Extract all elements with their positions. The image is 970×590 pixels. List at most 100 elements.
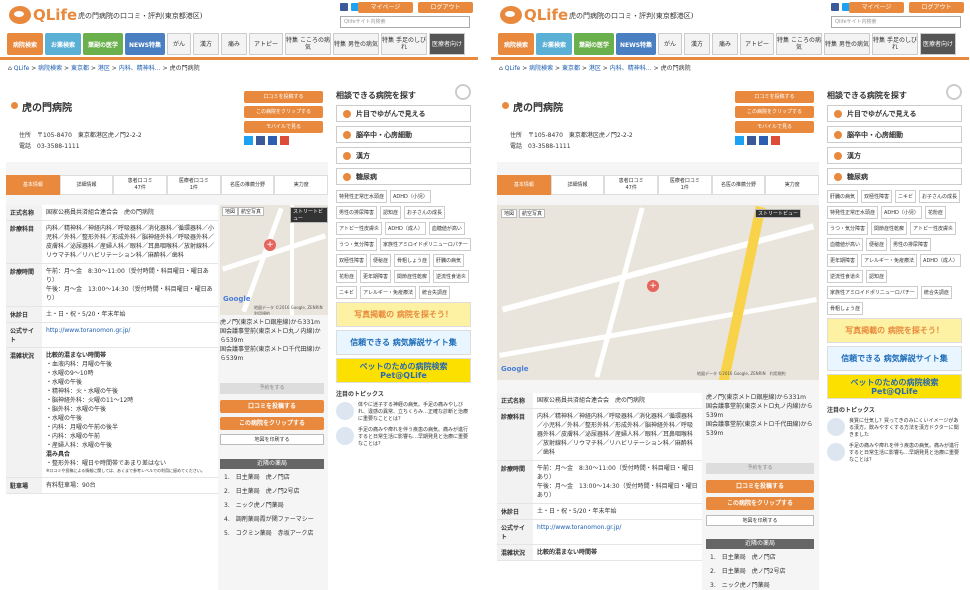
condition-tag[interactable]: 関節症性乾癬 bbox=[394, 270, 431, 283]
side-btn-eye[interactable]: 片目でゆがんで見える bbox=[336, 105, 471, 122]
condition-tag[interactable]: 特発性正常圧水頭症 bbox=[336, 190, 388, 203]
condition-tag[interactable]: 更年期障害 bbox=[827, 254, 859, 267]
condition-tag[interactable]: 肝臓の病気 bbox=[433, 254, 465, 267]
nav-news[interactable]: NEWS特集 bbox=[616, 33, 656, 55]
nav-kampo[interactable]: 漢方 bbox=[684, 33, 710, 55]
topic-item[interactable]: 体やに迷子する神経の病気。手足の痛みやしびれ、違感の異常、立ちくらみ…正確な診断… bbox=[336, 402, 471, 423]
banner-photo[interactable]: 写真掲載の 病院を探そう！ bbox=[827, 318, 962, 343]
condition-tag[interactable]: 双極性障害 bbox=[336, 254, 368, 267]
facebook-share-icon[interactable] bbox=[256, 136, 265, 145]
condition-tag[interactable]: 花粉症 bbox=[924, 206, 946, 219]
tab-strength[interactable]: 実力度 bbox=[765, 175, 820, 195]
nav-cancer[interactable]: がん bbox=[167, 33, 191, 55]
streetview-button[interactable]: ストリートビュー bbox=[755, 209, 802, 218]
clip-button[interactable]: この病院をクリップする bbox=[735, 106, 814, 118]
nav-professionals[interactable]: 医療者向け bbox=[429, 33, 465, 55]
post-review-button-2[interactable]: 口コミを投稿する bbox=[706, 480, 814, 493]
condition-tag[interactable]: 家族性アミロイドポリニューロパチー bbox=[380, 238, 471, 251]
nav-atopy[interactable]: アトピー bbox=[740, 33, 774, 55]
banner-photo[interactable]: 写真掲載の 病院を探そう！ bbox=[336, 302, 471, 327]
mobile-button[interactable]: モバイルで見る bbox=[735, 121, 814, 133]
crumb-hospital-search[interactable]: 病院検索 bbox=[38, 65, 62, 72]
condition-tag[interactable]: うつ・気分障害 bbox=[336, 238, 378, 251]
clip-button-2[interactable]: この病院をクリップする bbox=[220, 417, 324, 430]
condition-tag[interactable]: お子さんの成長 bbox=[919, 190, 961, 203]
qlife-logo-icon[interactable] bbox=[9, 6, 31, 24]
nav-numbness[interactable]: 特集 手足のしびれ bbox=[381, 33, 427, 55]
search-input[interactable]: Qlifeサイト内検索 bbox=[340, 16, 470, 28]
crumb-minato[interactable]: 港区 bbox=[98, 65, 110, 72]
side-btn-diabetes[interactable]: 糖尿病 bbox=[336, 168, 471, 185]
tab-recommended[interactable]: 名医の推薦分野 bbox=[711, 175, 766, 195]
crumb-qlife[interactable]: QLife bbox=[14, 65, 30, 72]
condition-tag[interactable]: 花粉症 bbox=[336, 270, 358, 283]
side-btn-kampo[interactable]: 漢方 bbox=[336, 147, 471, 164]
side-btn-stroke[interactable]: 脳卒中・心房細動 bbox=[336, 126, 471, 143]
nearby-item[interactable]: 3. ニック虎ノ門薬局 bbox=[224, 499, 314, 513]
tab-basic[interactable]: 基本情報 bbox=[6, 175, 60, 195]
map-small[interactable]: + 地図 航空写真 ストリートビュー Google 地図データ ©2016 Go… bbox=[220, 205, 328, 315]
condition-tag[interactable]: 特発性正常圧水頭症 bbox=[827, 206, 879, 219]
condition-tag[interactable]: 更年期障害 bbox=[360, 270, 392, 283]
mypage-button[interactable]: マイページ bbox=[849, 2, 904, 13]
tab-recommended[interactable]: 名医の推薦分野 bbox=[220, 175, 275, 195]
map-type-map[interactable]: 地図 bbox=[501, 209, 518, 218]
nav-mental[interactable]: 特集 こころの病気 bbox=[776, 33, 822, 55]
map-type-satellite[interactable]: 航空写真 bbox=[519, 209, 546, 218]
hatena-icon[interactable] bbox=[268, 136, 277, 145]
condition-tag[interactable]: 骨粗しょう症 bbox=[827, 302, 864, 315]
condition-tag[interactable]: ADHD（成人） bbox=[920, 254, 961, 267]
print-map-button[interactable]: 地図を印刷する bbox=[706, 515, 814, 526]
crumb-tokyo[interactable]: 東京都 bbox=[562, 65, 580, 72]
logo-text[interactable]: QLife bbox=[524, 6, 568, 24]
nearby-item[interactable]: 2. 日主薬局 虎ノ門2号店 bbox=[710, 565, 786, 579]
map-pin-icon[interactable]: + bbox=[264, 239, 276, 251]
reserve-button[interactable]: 予約をする bbox=[220, 383, 324, 394]
nav-medicine-search[interactable]: お薬検索 bbox=[45, 33, 81, 55]
side-btn-eye[interactable]: 片目でゆがんで見える bbox=[827, 105, 962, 122]
hatena-icon[interactable] bbox=[759, 136, 768, 145]
logout-button[interactable]: ログアウト bbox=[418, 2, 473, 13]
side-btn-diabetes[interactable]: 糖尿病 bbox=[827, 168, 962, 185]
nav-cancer[interactable]: がん bbox=[658, 33, 682, 55]
condition-tag[interactable]: 男性の排尿障害 bbox=[336, 206, 378, 219]
tab-patient-reviews[interactable]: 患者口コミ 47件 bbox=[113, 175, 168, 195]
condition-tag[interactable]: 便秘症 bbox=[370, 254, 392, 267]
tab-detail[interactable]: 詳細情報 bbox=[59, 175, 114, 195]
official-site-link[interactable]: http://www.toranomon.gr.jp/ bbox=[46, 327, 130, 334]
crumb-minato[interactable]: 港区 bbox=[589, 65, 601, 72]
facebook-icon[interactable] bbox=[831, 3, 839, 11]
nav-hospital-search[interactable]: 病院検索 bbox=[7, 33, 43, 55]
condition-tag[interactable]: アレルギー・免疫療法 bbox=[360, 286, 417, 299]
facebook-share-icon[interactable] bbox=[747, 136, 756, 145]
nearby-item[interactable]: 2. 日主薬局 虎ノ門2号店 bbox=[224, 485, 314, 499]
condition-tag[interactable]: 家族性アミロイドポリニューロパチー bbox=[827, 286, 918, 299]
condition-tag[interactable]: 認知症 bbox=[380, 206, 402, 219]
search-input[interactable]: Qlifeサイト内検索 bbox=[831, 16, 961, 28]
post-review-button[interactable]: 口コミを投稿する bbox=[244, 91, 323, 103]
crumb-hospital-search[interactable]: 病院検索 bbox=[529, 65, 553, 72]
condition-tag[interactable]: ADHD（成人） bbox=[385, 222, 426, 235]
print-map-button[interactable]: 地図を印刷する bbox=[220, 434, 324, 445]
condition-tag[interactable]: 関節症性乾癬 bbox=[871, 222, 908, 235]
condition-tag[interactable]: 男性の排尿障害 bbox=[890, 238, 932, 251]
home-icon[interactable]: ⌂ bbox=[8, 65, 12, 72]
topic-item[interactable]: 手足の痛みや痺れを伴う疾患の病気。痛みが進行すると日常生活に影響も…早期発見と治… bbox=[827, 443, 962, 464]
clip-button-2[interactable]: この病院をクリップする bbox=[706, 497, 814, 510]
qlife-logo-icon[interactable] bbox=[500, 6, 522, 24]
tab-doctor-reviews[interactable]: 医療者口コミ 1件 bbox=[167, 175, 221, 195]
nav-hospital-search[interactable]: 病院検索 bbox=[498, 33, 534, 55]
condition-tag[interactable]: アレルギー・免疫療法 bbox=[861, 254, 918, 267]
condition-tag[interactable]: 逆流性食道炎 bbox=[827, 270, 864, 283]
banner-pet[interactable]: ペットのための病院検索 Pet@QLife bbox=[827, 374, 962, 399]
nav-kampo[interactable]: 漢方 bbox=[193, 33, 219, 55]
banner-disease-sites[interactable]: 信頼できる 病気解説サイト集 bbox=[336, 330, 471, 355]
tab-patient-reviews[interactable]: 患者口コミ 47件 bbox=[604, 175, 659, 195]
official-site-link[interactable]: http://www.toranomon.gr.jp/ bbox=[537, 524, 621, 531]
condition-tag[interactable]: ニキビ bbox=[336, 286, 358, 299]
nav-news[interactable]: NEWS特集 bbox=[125, 33, 165, 55]
condition-tag[interactable]: 便秘症 bbox=[866, 238, 888, 251]
banner-disease-sites[interactable]: 信頼できる 病気解説サイト集 bbox=[827, 346, 962, 371]
map-type-satellite[interactable]: 航空写真 bbox=[238, 207, 265, 216]
condition-tag[interactable]: アトピー性皮膚炎 bbox=[336, 222, 383, 235]
